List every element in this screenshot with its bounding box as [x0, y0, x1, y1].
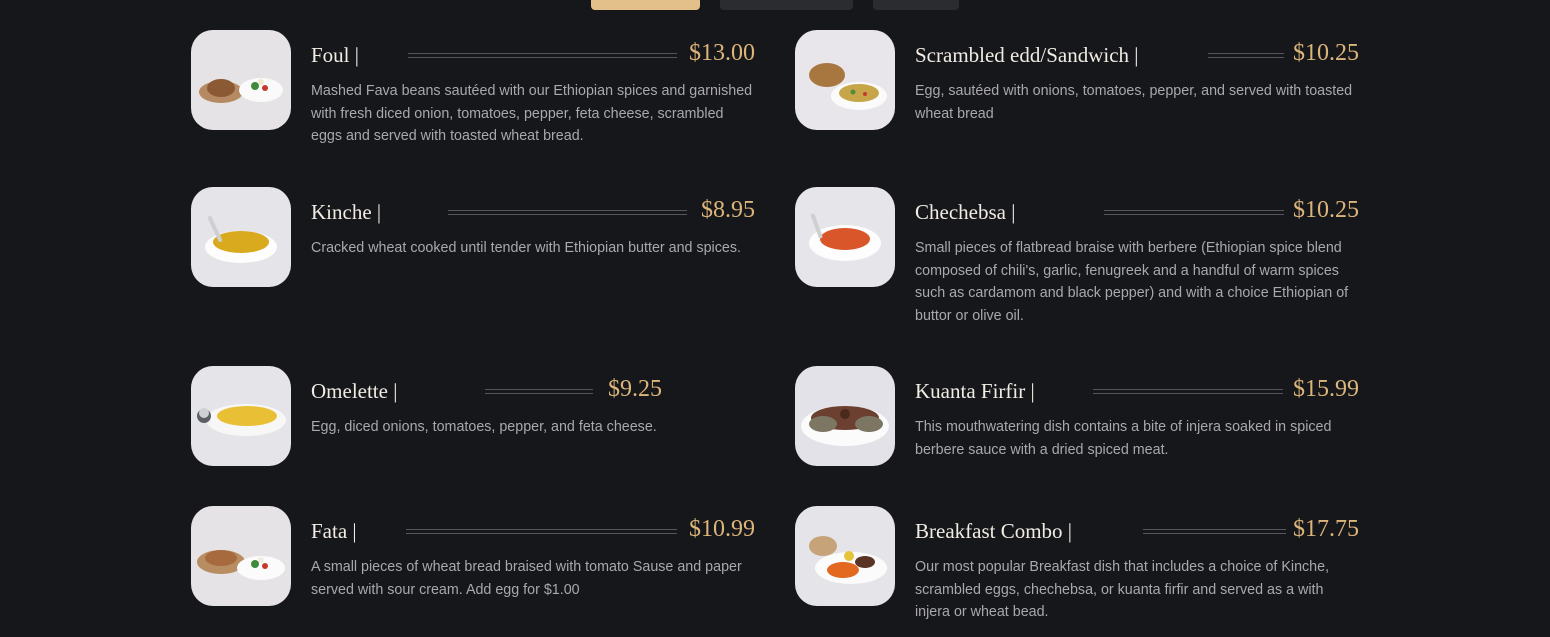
item-price: $13.00: [689, 40, 755, 66]
item-price: $9.25: [608, 376, 662, 402]
dish-image-fata: [191, 506, 291, 606]
item-description: Egg, sautéed with onions, tomatoes, pepp…: [915, 83, 1353, 122]
leader-line: [1143, 529, 1286, 534]
leader-line: [1104, 210, 1284, 215]
tab-2[interactable]: [720, 0, 853, 10]
leader-line: [1093, 389, 1283, 394]
item-name: Chechebsa |: [915, 200, 1016, 224]
leader-line: [485, 389, 593, 394]
item-description: Mashed Fava beans sautéed with our Ethio…: [311, 83, 753, 144]
dish-image-breakfast-combo: [795, 506, 895, 606]
item-name: Omelette |: [311, 379, 398, 403]
item-name: Kinche |: [311, 200, 382, 224]
item-description: A small pieces of wheat bread braised wi…: [311, 559, 742, 598]
item-name: Foul |: [311, 43, 359, 67]
item-name: Breakfast Combo |: [915, 519, 1073, 543]
dish-image-omelette: [191, 366, 291, 466]
item-price: $17.75: [1293, 516, 1359, 542]
item-description: Small pieces of flatbread braise with be…: [915, 240, 1349, 324]
item-price: $8.95: [701, 197, 755, 223]
item-name: Kuanta Firfir |: [915, 379, 1035, 403]
dish-image-foul: [191, 30, 291, 130]
item-price: $15.99: [1293, 376, 1359, 402]
leader-line: [448, 210, 687, 215]
leader-line: [1208, 53, 1284, 58]
item-name: Fata |: [311, 519, 357, 543]
dish-image-scrambled-sandwich: [795, 30, 895, 130]
item-description: Egg, diced onions, tomatoes, pepper, and…: [311, 419, 657, 435]
item-price: $10.99: [689, 516, 755, 542]
tab-active[interactable]: [591, 0, 700, 10]
item-price: $10.25: [1293, 40, 1359, 66]
item-price: $10.25: [1293, 197, 1359, 223]
item-description: Our most popular Breakfast dish that inc…: [915, 559, 1330, 620]
dish-image-kuanta-firfir: [795, 366, 895, 466]
dish-image-kinche: [191, 187, 291, 287]
item-description: This mouthwatering dish contains a bite …: [915, 419, 1332, 458]
item-name: Scrambled edd/Sandwich |: [915, 43, 1139, 67]
tab-3[interactable]: [873, 0, 959, 10]
leader-line: [408, 53, 677, 58]
dish-image-chechebsa: [795, 187, 895, 287]
item-description: Cracked wheat cooked until tender with E…: [311, 240, 741, 256]
leader-line: [406, 529, 677, 534]
